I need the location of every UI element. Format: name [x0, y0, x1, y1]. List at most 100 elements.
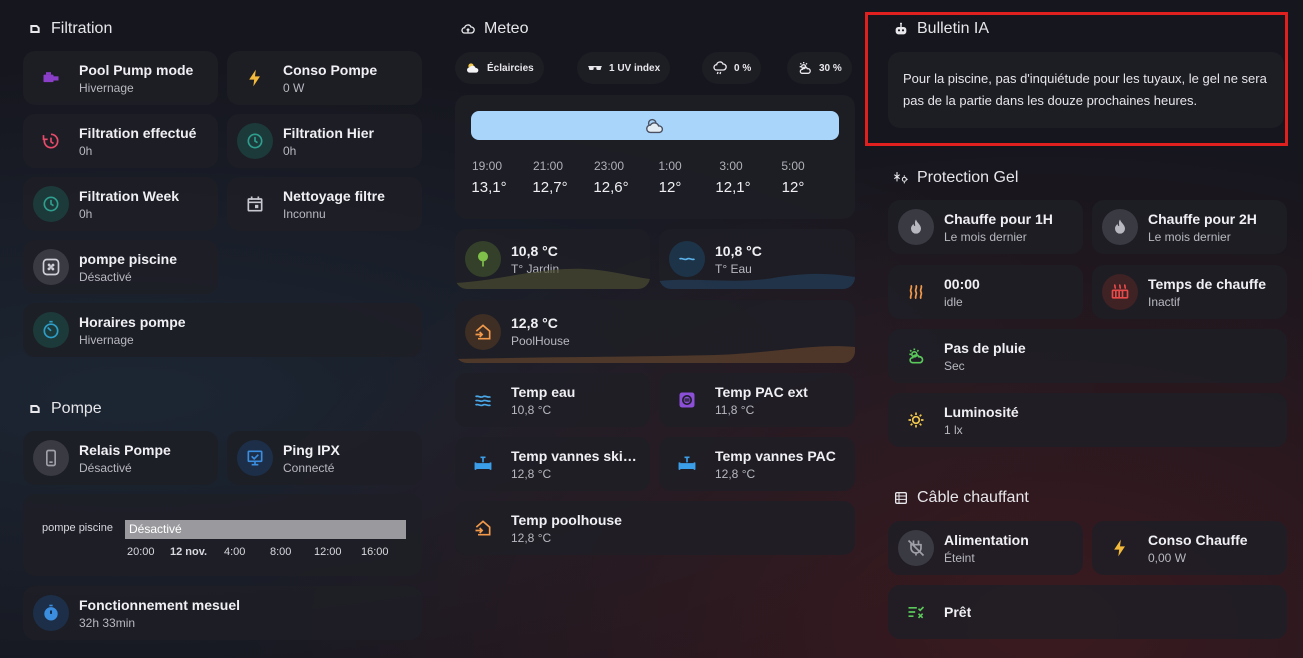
tile-alimentation[interactable]: Alimentation Éteint	[888, 521, 1083, 575]
tile-temp-vannes-skimmer[interactable]: Temp vannes skimmer 12,8 °C	[455, 437, 650, 491]
timer-icon	[33, 312, 69, 348]
tile-title: Chauffe pour 2H	[1148, 210, 1257, 227]
tile-chauffe-2h[interactable]: Chauffe pour 2H Le mois dernier	[1092, 200, 1287, 254]
forecast-temp: 12,7°	[532, 179, 568, 196]
heat-waves-icon	[898, 274, 934, 310]
pill-condition[interactable]: Éclaircies	[455, 52, 544, 84]
tile-pool-pump-mode[interactable]: Pool Pump mode Hivernage	[23, 51, 218, 105]
timeline-tick: 8:00	[270, 546, 292, 558]
tile-heat-timer[interactable]: 00:00 idle	[888, 265, 1083, 319]
tile-title: Horaires pompe	[79, 313, 186, 330]
tile-title: Temps de chauffe	[1148, 275, 1266, 292]
tile-state: 0h	[79, 206, 93, 221]
forecast-card[interactable]: 19:00 21:00 23:00 1:00 3:00 5:00 13,1° 1…	[455, 95, 855, 219]
tile-title: Pool Pump mode	[79, 61, 194, 78]
sensor-sparkline	[659, 273, 855, 289]
tile-horaires-pompe[interactable]: Horaires pompe Hivernage	[23, 303, 422, 357]
sensor-value: 10,8 °C	[511, 242, 558, 259]
section-title-protection: Protection Gel	[917, 169, 1019, 186]
tile-filtration-week[interactable]: Filtration Week 0h	[23, 177, 218, 231]
tile-pret[interactable]: Prêt	[888, 585, 1287, 639]
cloud-rain-icon	[713, 61, 727, 75]
pill-label: 1 UV index	[609, 62, 661, 74]
history-timeline-card[interactable]: pompe piscine Désactivé 20:00 12 nov. 4:…	[23, 494, 422, 576]
tile-state: Désactivé	[79, 269, 132, 284]
pill-precipitation[interactable]: 0 %	[702, 52, 762, 84]
tile-temp-vannes-pac[interactable]: Temp vannes PAC 12,8 °C	[659, 437, 855, 491]
pill-label: Éclaircies	[487, 62, 534, 74]
home-import-icon	[465, 510, 501, 546]
tile-title: Ping IPX	[283, 441, 340, 458]
tile-title: Nettoyage filtre	[283, 187, 385, 204]
sun-icon	[898, 402, 934, 438]
sensor-poolhouse[interactable]: 12,8 °C PoolHouse	[455, 300, 855, 363]
section-title-cable: Câble chauffant	[917, 489, 1029, 506]
forecast-hour: 1:00	[658, 159, 682, 173]
pill-cloud-cover[interactable]: 30 %	[787, 52, 852, 84]
tile-temp-poolhouse[interactable]: Temp poolhouse 12,8 °C	[455, 501, 855, 555]
pill-uv[interactable]: 1 UV index	[577, 52, 671, 84]
timeline-tick: 20:00	[127, 546, 155, 558]
tile-pas-de-pluie[interactable]: Pas de pluie Sec	[888, 329, 1287, 383]
tile-temp-eau[interactable]: Temp eau 10,8 °C	[455, 373, 650, 427]
tile-state: Inactif	[1148, 294, 1181, 309]
sensor-value: 10,8 °C	[715, 242, 762, 259]
tile-fonctionnement-mesuel[interactable]: Fonctionnement mesuel 32h 33min	[23, 586, 422, 640]
tile-state: 0h	[283, 143, 297, 158]
tile-chauffe-1h[interactable]: Chauffe pour 1H Le mois dernier	[888, 200, 1083, 254]
tile-title: Filtration effectué	[79, 124, 197, 141]
highlight-frame	[865, 12, 1288, 146]
sensor-jardin[interactable]: 10,8 °C T° Jardin	[455, 229, 650, 289]
tile-state: Inconnu	[283, 206, 326, 221]
tile-title: pompe piscine	[79, 250, 178, 267]
clock-icon	[237, 123, 273, 159]
snowflake-sun-icon	[894, 172, 908, 184]
tile-state: 1 lx	[944, 422, 963, 437]
forecast-hour: 19:00	[471, 159, 503, 173]
tile-conso-chauffe[interactable]: Conso Chauffe 0,00 W	[1092, 521, 1287, 575]
tile-nettoyage-filtre[interactable]: Nettoyage filtre Inconnu	[227, 177, 422, 231]
lightning-icon	[237, 60, 273, 96]
sensor-eau[interactable]: 10,8 °C T° Eau	[659, 229, 855, 289]
tile-state: 12,8 °C	[715, 466, 756, 481]
forecast-temp: 12°	[658, 179, 682, 196]
tile-title: Conso Pompe	[283, 61, 378, 78]
calendar-icon	[237, 186, 273, 222]
tile-conso-pompe[interactable]: Conso Pompe 0 W	[227, 51, 422, 105]
water-waves-icon	[465, 382, 501, 418]
tile-state: Sec	[944, 358, 965, 373]
tile-luminosite[interactable]: Luminosité 1 lx	[888, 393, 1287, 447]
timeline-bar[interactable]: Désactivé	[125, 520, 406, 539]
section-filtration: Filtration	[27, 20, 112, 38]
tile-filtration-effectue[interactable]: Filtration effectué 0h	[23, 114, 218, 168]
tile-pompe-piscine[interactable]: pompe piscine Désactivé	[23, 240, 218, 294]
section-title-filtration: Filtration	[51, 20, 113, 37]
tile-temp-pac-ext[interactable]: Temp PAC ext 11,8 °C	[659, 373, 855, 427]
tile-ping-ipx[interactable]: Ping IPX Connecté	[227, 431, 422, 485]
pump-icon	[33, 60, 69, 96]
tile-filtration-hier[interactable]: Filtration Hier 0h	[227, 114, 422, 168]
heat-pump-icon	[669, 382, 705, 418]
tile-state: Hivernage	[79, 80, 134, 95]
sensor-sparkline	[455, 268, 650, 289]
timeline-state: Désactivé	[129, 522, 182, 536]
section-meteo: Meteo	[460, 20, 528, 38]
tile-title: Filtration Hier	[283, 124, 375, 141]
tile-relais-pompe[interactable]: Relais Pompe Désactivé	[23, 431, 218, 485]
tile-state: Connecté	[283, 460, 335, 475]
fire-icon	[898, 209, 934, 245]
tile-temps-de-chauffe[interactable]: Temps de chauffe Inactif	[1092, 265, 1287, 319]
history-icon	[33, 123, 69, 159]
timeline-tick: 4:00	[224, 546, 246, 558]
timeline-tick: 12 nov.	[170, 546, 208, 558]
tile-state: 10,8 °C	[511, 402, 552, 417]
tile-title: Temp eau	[511, 383, 576, 400]
relay-icon	[33, 440, 69, 476]
tile-state: Le mois dernier	[1148, 229, 1231, 244]
monitor-check-icon	[237, 440, 273, 476]
forecast-hour: 5:00	[781, 159, 805, 173]
tile-state: 32h 33min	[79, 615, 136, 630]
sun-cloud-icon	[799, 62, 811, 74]
forecast-temp: 13,1°	[471, 179, 507, 196]
tile-state: 12,8 °C	[511, 530, 552, 545]
